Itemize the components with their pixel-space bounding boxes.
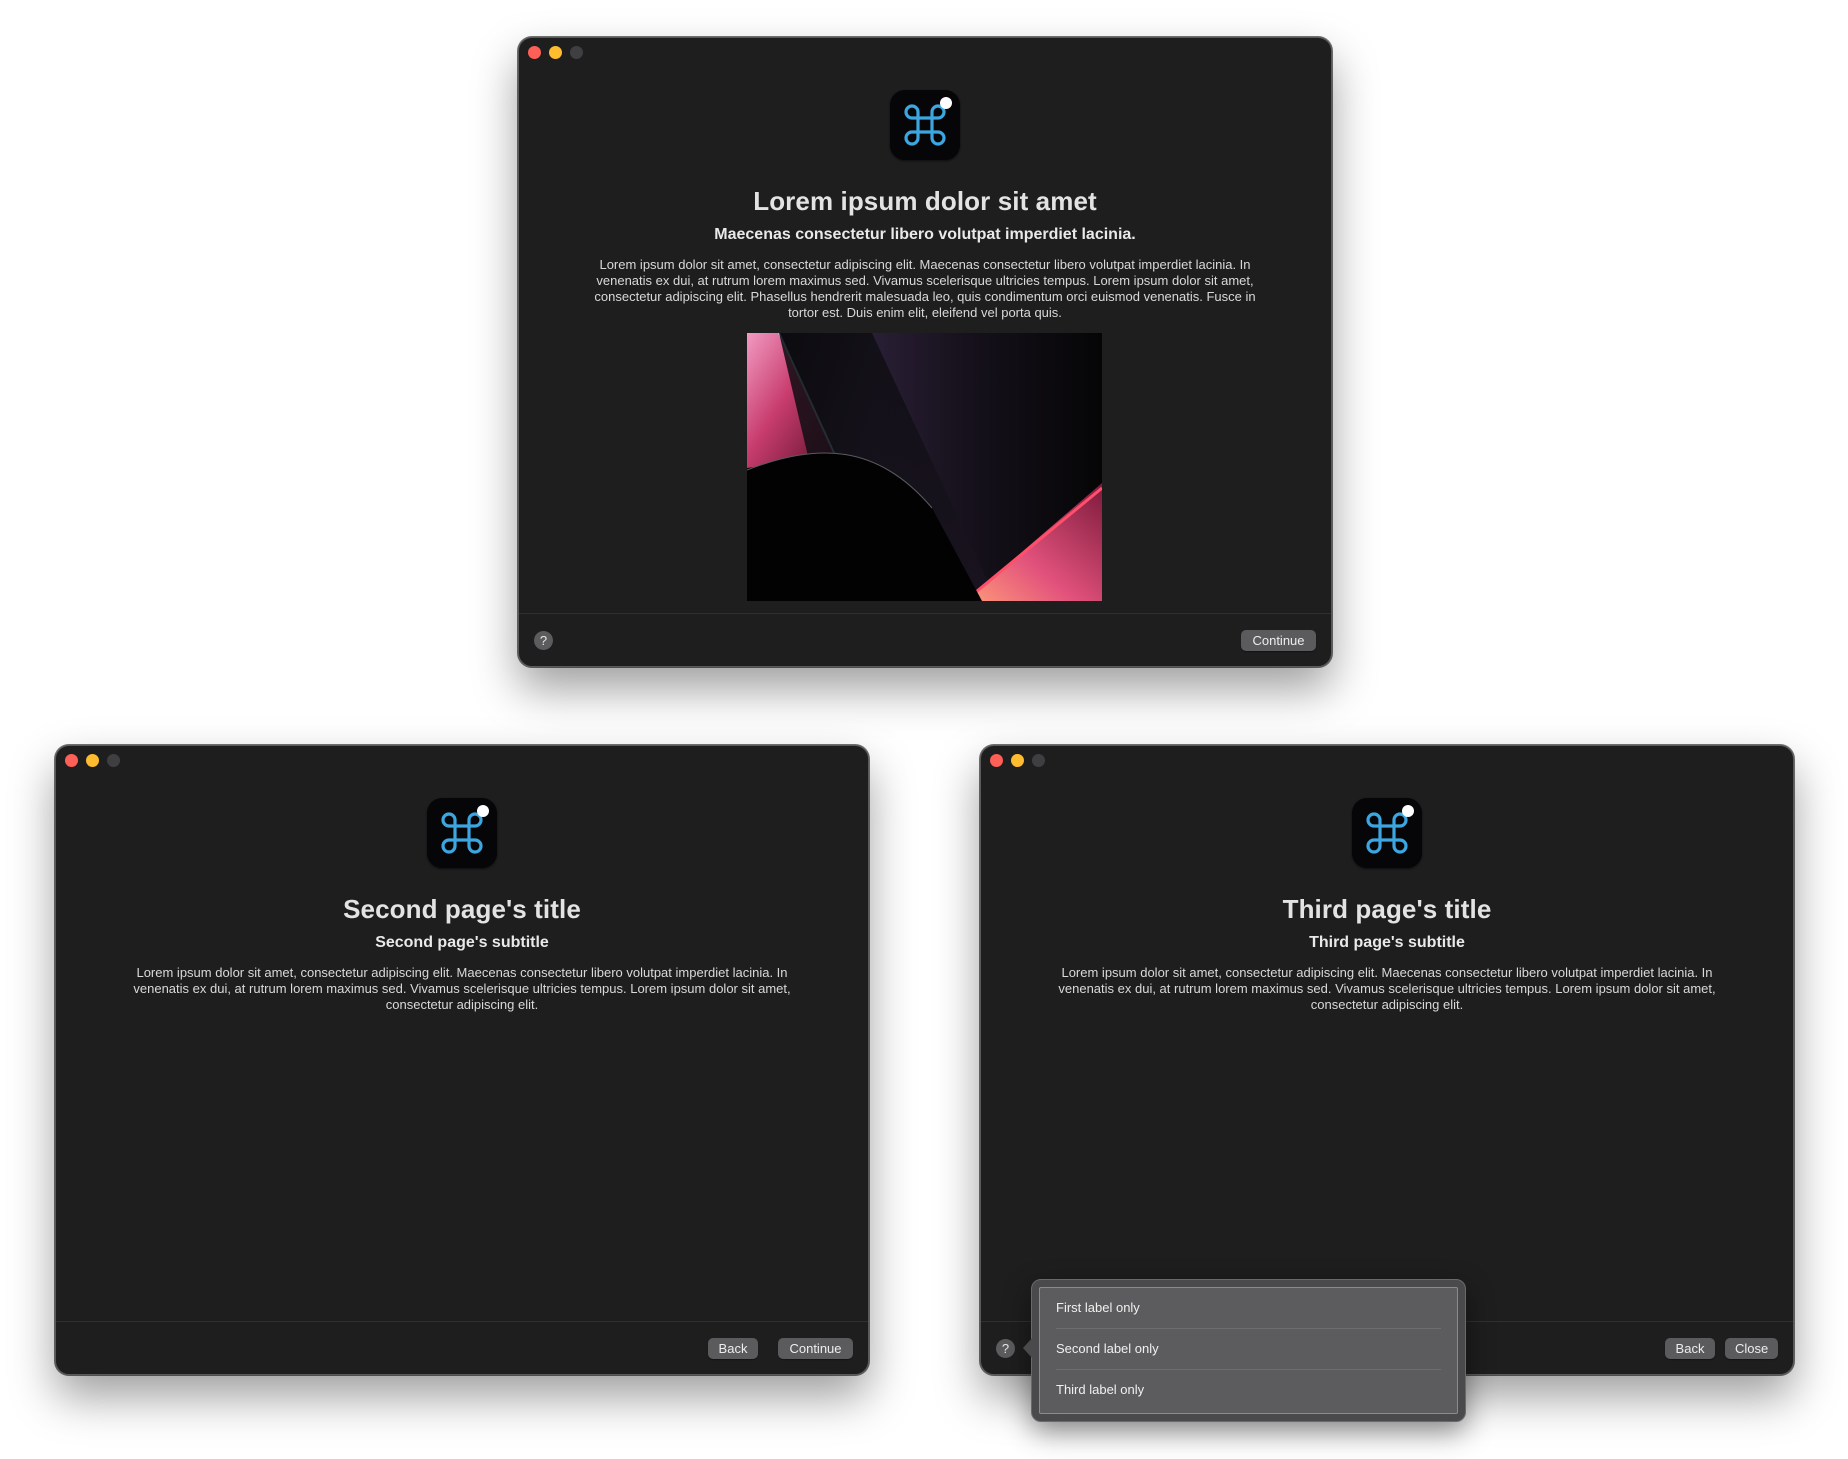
app-icon	[890, 90, 960, 160]
popover-item-second: Second label only	[1056, 1341, 1159, 1356]
minimize-window-button[interactable]	[549, 46, 562, 59]
page-body-text: Lorem ipsum dolor sit amet, consectetur …	[1058, 965, 1716, 1012]
page-subtitle: Third page's subtitle	[1309, 934, 1465, 951]
page-body-text: Lorem ipsum dolor sit amet, consectetur …	[133, 965, 791, 1012]
popover-item-third: Third label only	[1056, 1382, 1145, 1397]
minimize-window-button[interactable]	[86, 754, 99, 767]
app-icon	[427, 798, 497, 868]
close-window-button[interactable]	[990, 754, 1003, 767]
page-title: Third page's title	[1282, 894, 1492, 924]
page-subtitle: Second page's subtitle	[375, 934, 549, 951]
notification-badge	[477, 805, 489, 817]
notification-badge	[1402, 805, 1414, 817]
close-button[interactable]: Close	[1725, 1338, 1778, 1359]
page-subtitle: Maecenas consectetur libero volutpat imp…	[714, 226, 1136, 243]
hero-image	[747, 333, 1102, 601]
help-button[interactable]: ?	[534, 631, 553, 650]
window-controls	[528, 46, 583, 59]
page-body-text: Lorem ipsum dolor sit amet, consectetur …	[594, 257, 1256, 320]
close-window-button[interactable]	[65, 754, 78, 767]
window-controls	[65, 754, 120, 767]
page-title: Lorem ipsum dolor sit amet	[753, 186, 1097, 216]
popover-arrow	[1023, 1338, 1032, 1358]
footer-divider	[519, 613, 1331, 614]
close-window-button[interactable]	[528, 46, 541, 59]
onboarding-window-page-2: Second page's title Second page's subtit…	[55, 745, 869, 1375]
zoom-window-button	[1032, 754, 1045, 767]
zoom-window-button	[107, 754, 120, 767]
page-title: Second page's title	[343, 894, 581, 924]
window-controls	[990, 754, 1045, 767]
popover-item-first: First label only	[1056, 1300, 1140, 1315]
minimize-window-button[interactable]	[1011, 754, 1024, 767]
continue-button[interactable]: Continue	[1241, 630, 1316, 651]
notification-badge	[940, 97, 952, 109]
back-button[interactable]: Back	[1665, 1338, 1715, 1359]
app-icon	[1352, 798, 1422, 868]
footer-divider	[56, 1321, 868, 1322]
back-button[interactable]: Back	[708, 1338, 758, 1359]
help-button[interactable]: ?	[996, 1339, 1015, 1358]
continue-button[interactable]: Continue	[778, 1338, 853, 1359]
help-popover: First label only Second label only Third…	[1023, 1279, 1466, 1422]
onboarding-window-page-1: Lorem ipsum dolor sit amet Maecenas cons…	[518, 37, 1332, 667]
zoom-window-button	[570, 46, 583, 59]
popover-content: First label only Second label only Third…	[1039, 1287, 1458, 1414]
